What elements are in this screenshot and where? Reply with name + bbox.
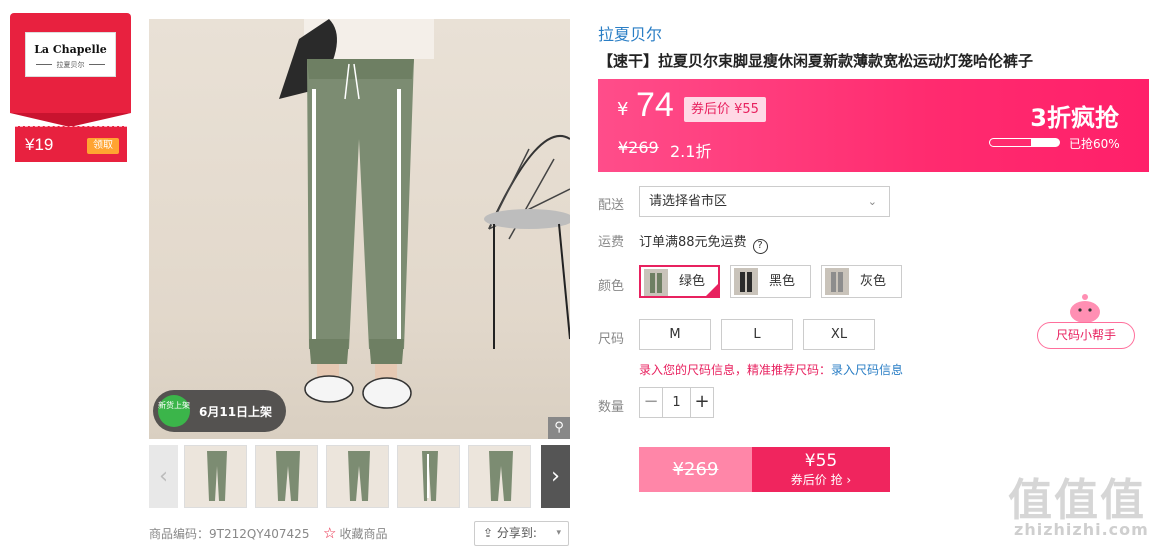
thumbnail[interactable] [397,445,460,508]
size-hint: 录入您的尺码信息，精准推荐尺码：录入尺码信息 [639,361,903,378]
new-arrival-icon: 新货上架 [158,395,190,427]
color-swatch [825,268,849,295]
chevron-down-icon: ▾ [556,528,561,538]
color-option-black[interactable]: 黑色 [730,265,811,298]
quantity-label: 数量 [598,400,625,415]
coupon-price: ¥19 [25,135,54,154]
size-option-l[interactable]: L [721,319,793,350]
favorite-label: 收藏商品 [339,527,388,541]
size-label: 尺码 [598,332,625,347]
flash-sale-label: 3折疯抢 [1030,104,1119,132]
help-icon[interactable]: ? [752,239,768,254]
quantity-increase-button[interactable]: + [691,388,713,417]
zoom-icon[interactable]: ⚲ [548,417,570,439]
store-coupon[interactable]: La Chapelle 拉夏贝尔 ¥19 领取 [10,13,131,162]
product-illustration [279,19,570,409]
new-arrival-badge: 新货上架 6月11日上架 [153,390,286,432]
logo-text-en: La Chapelle [34,43,107,56]
logo-divider-right [89,64,105,65]
color-label: 颜色 [598,279,625,294]
share-button[interactable]: ⇪ 分享到: ▾ [474,521,569,546]
size-option-xl[interactable]: XL [803,319,875,350]
original-price-box: ¥269 [639,447,752,492]
share-icon: ⇪ [483,526,497,540]
color-swatch [734,268,758,295]
product-meta: 商品编码：9T212QY407425 ☆ 收藏商品 ⇪ 分享到: ▾ [149,518,570,548]
brand-link[interactable]: 拉夏贝尔 [598,21,662,45]
original-price: ¥269 [618,138,659,157]
buy-original-price: ¥269 [672,459,719,480]
size-option-m[interactable]: M [639,319,711,350]
quantity-stepper: − 1 + [639,387,714,418]
favorite-button[interactable]: ☆ 收藏商品 [323,524,387,542]
brand-logo: La Chapelle 拉夏贝尔 [25,32,116,77]
coupon-footer: ¥19 领取 [15,126,127,162]
thumbnail-strip: ‹ › [149,445,570,508]
watermark-url: zhizhizhi.com [1014,520,1149,539]
thumbnail[interactable] [326,445,389,508]
shipping-text: 订单满88元免运费 [639,235,747,250]
color-option-gray[interactable]: 灰色 [821,265,902,298]
currency-symbol: ¥ [617,99,629,120]
claim-coupon-button[interactable]: 领取 [87,138,119,154]
discount-rate: 2.1折 [670,142,712,161]
color-swatch [644,269,668,296]
price-panel: ¥ 74 券后价 ¥55 ¥269 2.1折 3折疯抢 已抢60% [598,79,1149,172]
sold-progress-text: 已抢60% [1069,137,1120,151]
buy-now-button[interactable]: ¥55 券后价 抢 › [752,447,890,492]
shipping-label: 运费 [598,235,625,250]
product-page: La Chapelle 拉夏贝尔 ¥19 领取 新货上架 6月11日上架 ⚲ ‹… [0,0,1160,549]
delivery-label: 配送 [598,198,625,213]
region-select[interactable]: 请选择省市区 ⌄ [639,186,890,217]
quantity-input[interactable]: 1 [662,388,691,417]
size-hint-text: 录入您的尺码信息，精准推荐尺码： [639,363,832,377]
color-option-label: 灰色 [860,274,887,289]
after-coupon-price: 券后价 ¥55 [684,97,766,122]
region-placeholder: 请选择省市区 [649,194,728,209]
thumbnail[interactable] [468,445,531,508]
watermark-logo: 值值值 [1008,475,1146,526]
product-title: 【速干】拉夏贝尔束脚显瘦休闲夏新款薄款宽松运动灯笼哈伦裤子 [598,52,1034,70]
mascot-icon [1070,294,1100,323]
thumbnail[interactable] [255,445,318,508]
size-entry-link[interactable]: 录入尺码信息 [831,363,903,377]
buy-price: ¥55 [804,451,838,471]
progress-fill [990,139,1032,146]
color-option-label: 绿色 [679,274,706,289]
chevron-down-icon: ⌄ [867,195,877,208]
logo-text-cn: 拉夏贝尔 [56,61,85,69]
buy-label: 券后价 抢 › [790,473,852,487]
share-label: 分享到: [496,526,537,540]
star-icon: ☆ [323,524,337,542]
main-product-image[interactable]: 新货上架 6月11日上架 ⚲ [149,19,570,439]
sold-progress-bar [989,138,1060,147]
color-option-green[interactable]: 绿色 ✓ [639,265,720,298]
product-code: 商品编码：9T212QY407425 [149,527,310,541]
thumb-next-button[interactable]: › [541,445,570,508]
quantity-decrease-button[interactable]: − [640,388,662,417]
thumb-prev-button[interactable]: ‹ [149,445,178,508]
arrival-date: 6月11日上架 [199,405,273,419]
size-helper-button[interactable]: 尺码小帮手 [1037,322,1135,349]
current-price: 74 [636,86,674,124]
coupon-header: La Chapelle 拉夏贝尔 [10,13,131,127]
shipping-info: 订单满88元免运费? [639,231,768,254]
thumbnail[interactable] [184,445,247,508]
color-option-label: 黑色 [769,274,796,289]
